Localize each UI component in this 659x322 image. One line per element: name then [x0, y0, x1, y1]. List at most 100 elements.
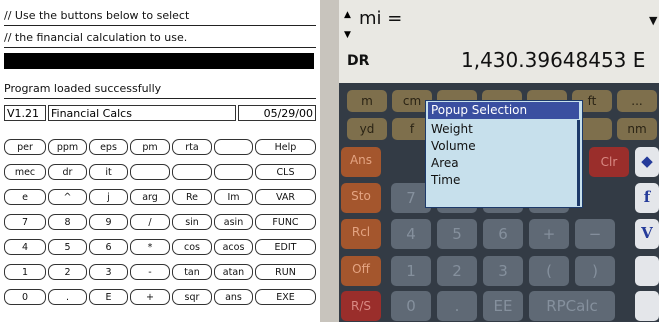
- key-blank-r1c3[interactable]: [130, 164, 170, 180]
- key-dr-r1c1[interactable]: dr: [48, 164, 87, 180]
- key-mec-r1c0[interactable]: mec: [4, 164, 46, 180]
- key-8-r3c1[interactable]: 8: [48, 214, 87, 230]
- key-re-r2c4[interactable]: Re: [172, 189, 212, 205]
- key-1-r5c0[interactable]: 1: [4, 264, 46, 280]
- key-per-r0c0[interactable]: per: [4, 139, 46, 155]
- key-7-r3c0[interactable]: 7: [4, 214, 46, 230]
- popup-item-volume[interactable]: Volume: [431, 138, 476, 154]
- popup-selection-title[interactable]: Popup Selection: [428, 102, 579, 119]
- key-5-r4c1[interactable]: 5: [48, 239, 87, 255]
- key-9-r3c2[interactable]: 9: [89, 214, 128, 230]
- key-im-r2c5[interactable]: Im: [214, 189, 253, 205]
- unit-key-r1-0[interactable]: m: [347, 90, 387, 112]
- status-message: Program loaded successfully: [4, 79, 316, 99]
- unit-key-r2-0[interactable]: yd: [347, 118, 387, 140]
- key-sqr-r6c4[interactable]: sqr: [172, 289, 212, 305]
- side-func-key-2[interactable]: V: [635, 219, 659, 249]
- popup-selection-menu[interactable]: Popup Selection Weight Volume Area Time: [425, 100, 583, 208]
- key-arg-r2c3[interactable]: arg: [130, 189, 170, 205]
- num-key-3-2[interactable]: EE: [483, 291, 523, 321]
- version-label: V1.21: [4, 105, 46, 121]
- key-ppm-r0c1[interactable]: ppm: [48, 139, 87, 155]
- key-sin-r3c4[interactable]: sin: [172, 214, 212, 230]
- key-it-r1c2[interactable]: it: [89, 164, 128, 180]
- key-eps-r0c2[interactable]: eps: [89, 139, 128, 155]
- key-ans-r6c5[interactable]: ans: [214, 289, 253, 305]
- num-key-1-3[interactable]: +: [529, 219, 569, 249]
- side-key-rs[interactable]: R/S: [341, 291, 381, 321]
- key-blank-r1c5[interactable]: [214, 164, 253, 180]
- key-e-r2c0[interactable]: e: [4, 189, 46, 205]
- scroll-up-icon[interactable]: ▲: [344, 10, 351, 20]
- key-0-r6c0[interactable]: 0: [4, 289, 46, 305]
- key-pm-r0c3[interactable]: pm: [130, 139, 170, 155]
- key-sym-r4c3[interactable]: *: [130, 239, 170, 255]
- side-func-key-0[interactable]: ◆: [635, 147, 659, 177]
- key-sym-r3c3[interactable]: /: [130, 214, 170, 230]
- key-sym-r5c3[interactable]: -: [130, 264, 170, 280]
- unit-mode-label[interactable]: mi =: [359, 8, 402, 29]
- key-sym-r6c1[interactable]: .: [48, 289, 87, 305]
- num-key-2-3[interactable]: (: [529, 256, 569, 286]
- key-6-r4c2[interactable]: 6: [89, 239, 128, 255]
- unit-key-r2-6[interactable]: nm: [617, 118, 657, 140]
- minus-key[interactable]: −: [575, 219, 615, 249]
- side-func-key-3[interactable]: [635, 256, 659, 286]
- num-key-3-3[interactable]: RPCalc: [529, 291, 615, 321]
- num-key-1-0[interactable]: 4: [391, 219, 431, 249]
- num-key-3-1[interactable]: .: [437, 291, 477, 321]
- num-key-2-1[interactable]: 2: [437, 256, 477, 286]
- angle-mode-label: DR: [347, 53, 370, 69]
- scroll-down-icon[interactable]: ▼: [344, 30, 351, 40]
- key-tan-r5c4[interactable]: tan: [172, 264, 212, 280]
- unit-key-r1-6[interactable]: ...: [617, 90, 657, 112]
- left-calculator-screen: // Use the buttons below to select // th…: [0, 0, 320, 322]
- date-label: 05/29/00: [238, 105, 316, 121]
- popup-item-weight[interactable]: Weight: [431, 121, 473, 137]
- key-atan-r5c5[interactable]: atan: [214, 264, 253, 280]
- key-blank-r1c4[interactable]: [172, 164, 212, 180]
- key-func-r3c6[interactable]: FUNC: [255, 214, 316, 230]
- num-key-2-0[interactable]: 1: [391, 256, 431, 286]
- display-panel: ▲ ▼ mi = ▼ DR 1,430.39648453 E: [339, 0, 659, 83]
- key-edit-r4c6[interactable]: EDIT: [255, 239, 316, 255]
- key-2-r5c1[interactable]: 2: [48, 264, 87, 280]
- program-name-field[interactable]: Financial Calcs: [48, 105, 236, 121]
- side-key-rcl[interactable]: Rcl: [341, 219, 381, 249]
- clear-key[interactable]: Clr: [589, 147, 629, 177]
- popup-item-time[interactable]: Time: [431, 172, 460, 188]
- num-key-2-2[interactable]: 3: [483, 256, 523, 286]
- side-func-key-4[interactable]: [635, 291, 659, 321]
- key-j-r2c2[interactable]: j: [89, 189, 128, 205]
- comment-line-2: // the financial calculation to use.: [4, 28, 316, 48]
- key-asin-r3c5[interactable]: asin: [214, 214, 253, 230]
- popup-item-area[interactable]: Area: [431, 155, 459, 171]
- num-key-3-0[interactable]: 0: [391, 291, 431, 321]
- key-sym-r2c1[interactable]: ^: [48, 189, 87, 205]
- key-e-r6c2[interactable]: E: [89, 289, 128, 305]
- side-key-ans[interactable]: Ans: [341, 147, 381, 177]
- key-rta-r0c4[interactable]: rta: [172, 139, 212, 155]
- key-blank-r0c5[interactable]: [214, 139, 253, 155]
- close-paren-key[interactable]: ): [575, 256, 615, 286]
- dropdown-arrow-icon[interactable]: ▼: [649, 14, 657, 27]
- side-key-off[interactable]: Off: [341, 256, 381, 286]
- key-3-r5c2[interactable]: 3: [89, 264, 128, 280]
- command-input[interactable]: [4, 53, 314, 69]
- result-value: 1,430.39648453 E: [461, 48, 646, 72]
- key-var-r2c6[interactable]: VAR: [255, 189, 316, 205]
- key-exe-r6c6[interactable]: EXE: [255, 289, 316, 305]
- key-run-r5c6[interactable]: RUN: [255, 264, 316, 280]
- num-key-1-2[interactable]: 6: [483, 219, 523, 249]
- comment-line-1: // Use the buttons below to select: [4, 6, 316, 26]
- key-acos-r4c5[interactable]: acos: [214, 239, 253, 255]
- num-key-1-1[interactable]: 5: [437, 219, 477, 249]
- popup-scrollbar[interactable]: [577, 120, 580, 206]
- side-func-key-1[interactable]: f: [635, 183, 659, 213]
- key-cos-r4c4[interactable]: cos: [172, 239, 212, 255]
- key-4-r4c0[interactable]: 4: [4, 239, 46, 255]
- side-key-sto[interactable]: Sto: [341, 183, 381, 213]
- key-cls-r1c6[interactable]: CLS: [255, 164, 316, 180]
- key-sym-r6c3[interactable]: +: [130, 289, 170, 305]
- key-help-r0c6[interactable]: Help: [255, 139, 316, 155]
